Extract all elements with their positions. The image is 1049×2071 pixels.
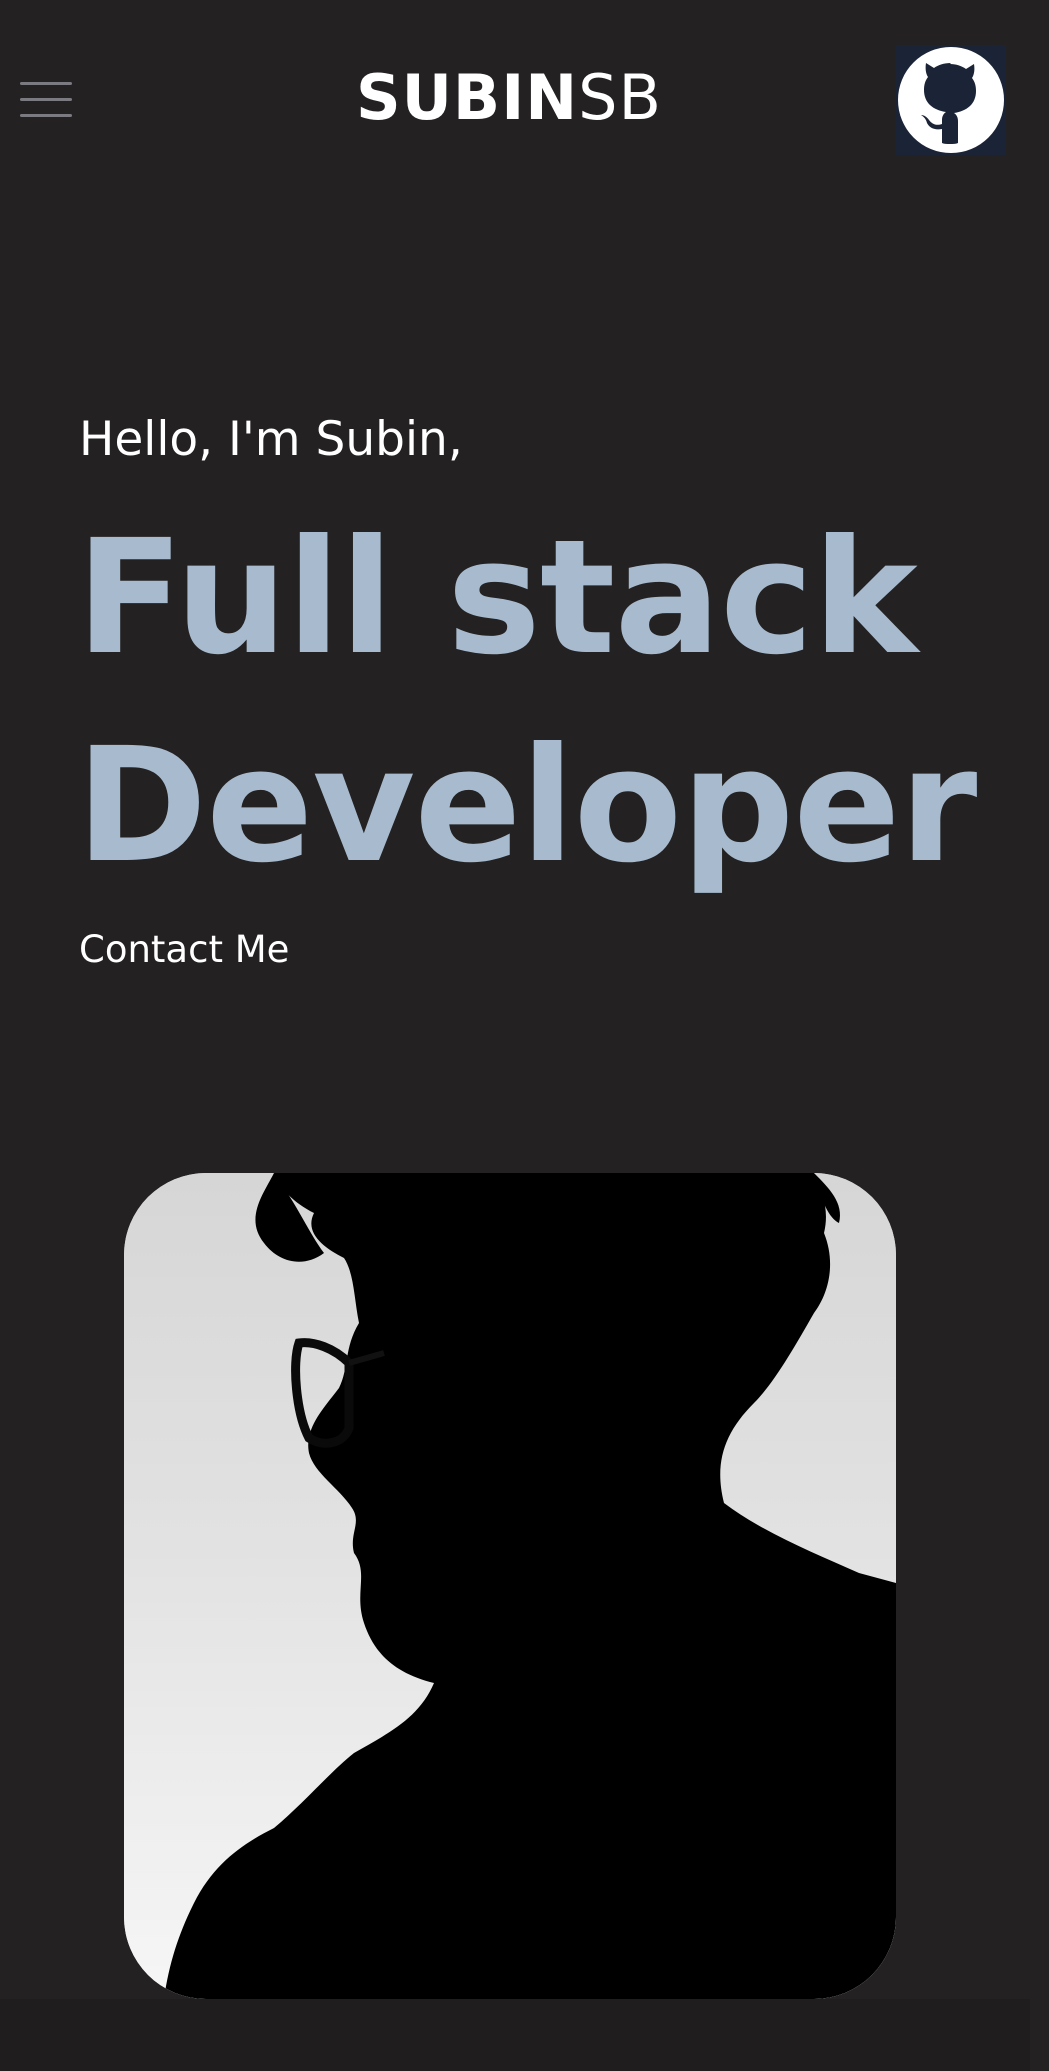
logo-light-text: SB	[578, 61, 663, 134]
site-logo[interactable]: SUBINSB	[0, 58, 1018, 138]
logo-bold-text: SUBIN	[355, 61, 579, 134]
portrait-silhouette-image	[124, 1173, 896, 1999]
bottom-bar	[0, 1999, 1030, 2071]
site-header: SUBINSB	[0, 0, 1049, 200]
page: SUBINSB Hello, I'm Subin, Full stack Dev…	[0, 0, 1049, 2071]
contact-me-link[interactable]: Contact Me	[79, 925, 289, 975]
headline-line-2: Developer	[76, 714, 977, 898]
hero-greeting: Hello, I'm Subin,	[79, 412, 463, 467]
hero-headline: Full stack Developer	[76, 494, 977, 910]
github-octocat-icon	[896, 45, 1006, 155]
github-link[interactable]	[896, 45, 1006, 155]
headline-line-1: Full stack	[76, 506, 918, 690]
profile-photo	[124, 1173, 896, 1999]
